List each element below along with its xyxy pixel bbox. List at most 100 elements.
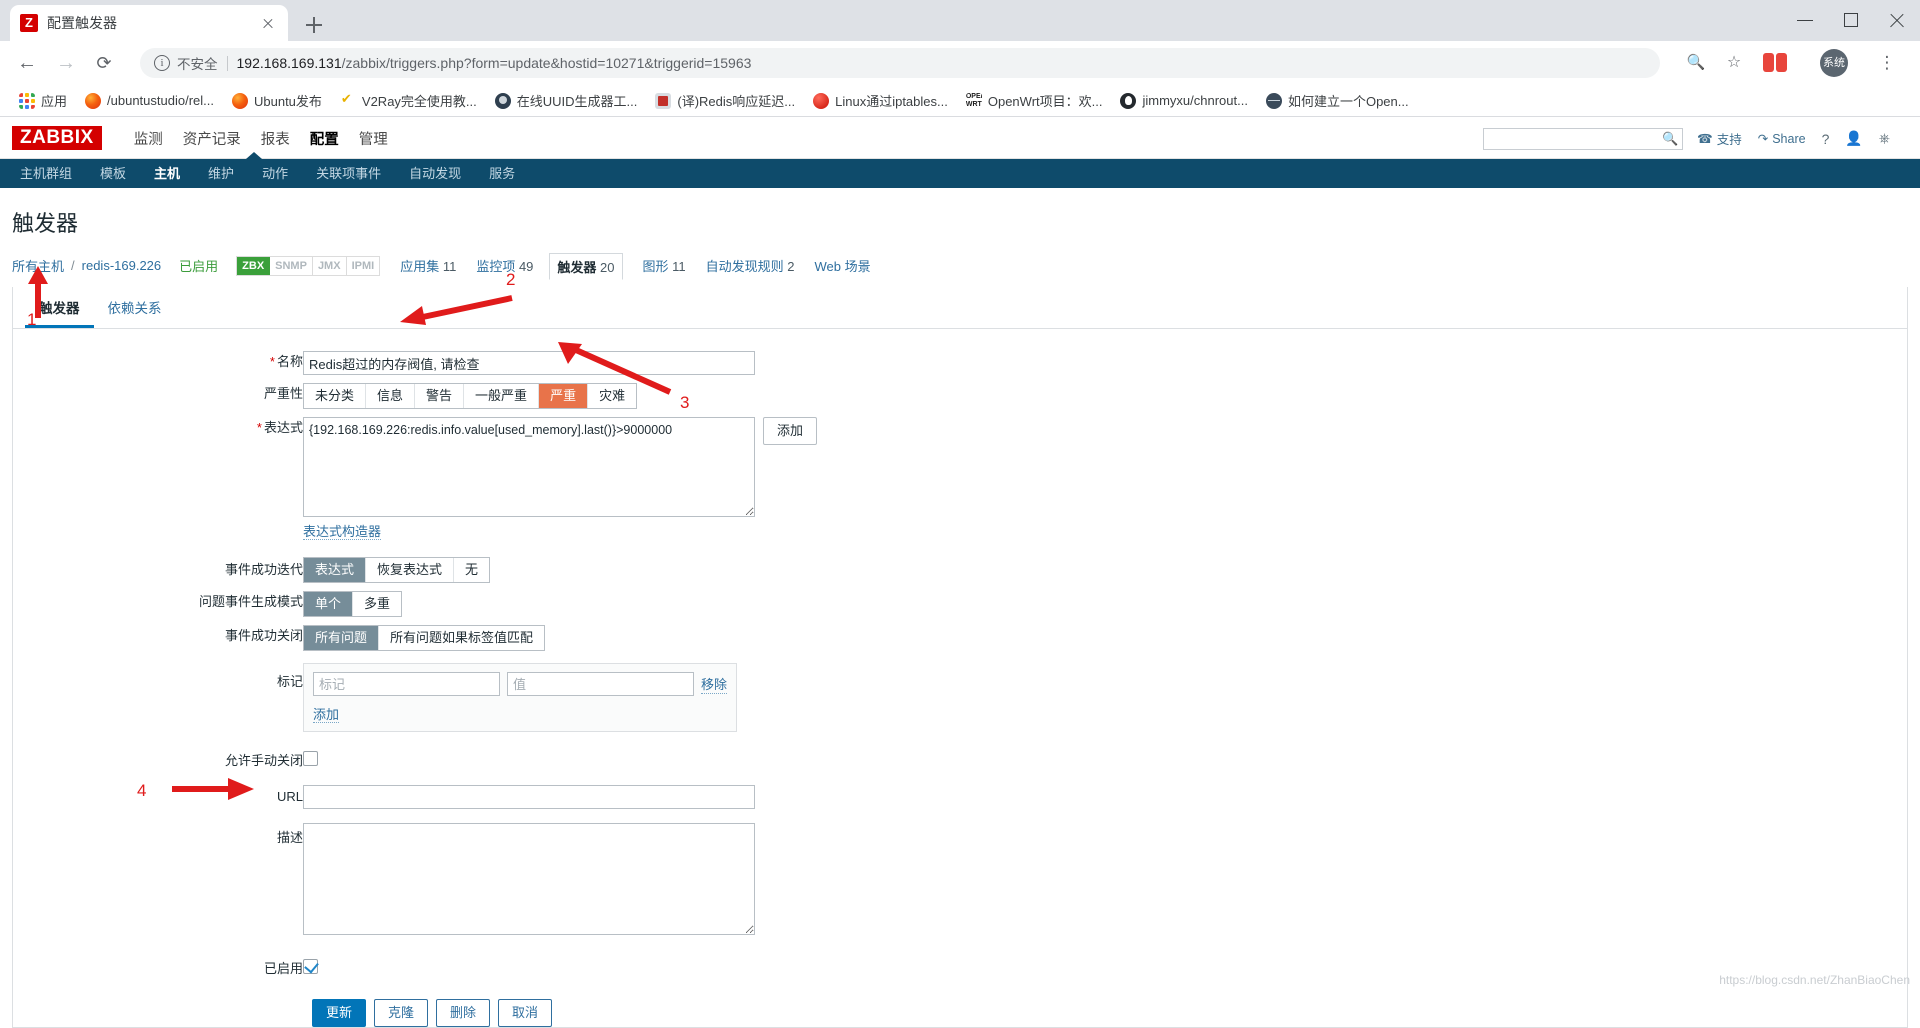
radio-option[interactable]: 所有问题如果标签值匹配	[379, 626, 545, 650]
bookmark-item[interactable]: jimmyxu/chnrout...	[1111, 88, 1256, 114]
form-row-allow-manual-close: 允许手动关闭	[13, 736, 817, 775]
zoom-icon[interactable]: 🔍	[1685, 52, 1707, 74]
tag-name-input[interactable]	[313, 672, 500, 696]
bookmark-star-icon[interactable]: ☆	[1723, 52, 1745, 74]
radio-option[interactable]: 灾难	[588, 384, 637, 408]
breadcrumb-link[interactable]: 应用集 11	[400, 256, 456, 275]
sub-nav-item[interactable]: 模板	[86, 159, 140, 188]
tag-add-link[interactable]: 添加	[313, 707, 340, 723]
radio-option[interactable]: 无	[454, 558, 490, 582]
breadcrumb-link[interactable]: 监控项 49	[476, 256, 533, 275]
breadcrumb-link[interactable]: 自动发现规则 2	[706, 256, 795, 275]
bookmark-item[interactable]: 应用	[10, 88, 76, 114]
footer-button[interactable]: 克隆	[374, 999, 429, 1027]
sub-nav-item[interactable]: 动作	[248, 159, 302, 188]
divider	[226, 55, 228, 71]
radio-option[interactable]: 单个	[304, 592, 354, 616]
power-icon[interactable]: ⎈	[1879, 130, 1890, 147]
bookmark-item[interactable]: 如何建立一个Open...	[1257, 88, 1418, 114]
radio-option[interactable]: 多重	[353, 592, 402, 616]
zabbix-logo[interactable]: ZABBIX	[12, 126, 102, 150]
sub-nav-item[interactable]: 服务	[475, 159, 529, 188]
main-nav-item[interactable]: 资产记录	[173, 128, 251, 149]
browser-tab[interactable]: Z 配置触发器	[10, 5, 288, 41]
radio-option[interactable]: 所有问题	[304, 626, 380, 650]
bookmark-item[interactable]: 在线UUID生成器工...	[486, 88, 647, 114]
bookmark-item[interactable]: V2Ray完全使用教...	[331, 88, 486, 114]
form-tab[interactable]: 依赖关系	[94, 287, 176, 328]
tag-remove-link[interactable]: 移除	[701, 674, 728, 694]
minimize-icon[interactable]	[1782, 0, 1828, 41]
description-textarea[interactable]	[303, 823, 755, 935]
allow-manual-close-checkbox[interactable]	[303, 751, 318, 766]
bookmark-item[interactable]: (译)Redis响应延迟...	[646, 88, 804, 114]
sub-nav-item[interactable]: 主机群组	[6, 159, 86, 188]
bookmark-item[interactable]: Linux通过iptables...	[804, 88, 957, 114]
close-icon[interactable]	[258, 13, 278, 33]
search-icon[interactable]: 🔍	[1662, 131, 1678, 147]
screenshot-root: Z 配置触发器 ← → ⟳ i 不安全 192.168.169.131/zabb…	[0, 0, 1920, 1028]
back-icon[interactable]: ←	[15, 51, 39, 75]
share-link[interactable]: ↷ Share	[1758, 131, 1806, 147]
plus-icon[interactable]	[300, 11, 328, 39]
radio-option[interactable]: 表达式	[304, 558, 367, 582]
main-nav-item[interactable]: 监测	[124, 128, 173, 149]
footer-button[interactable]: 取消	[498, 999, 553, 1027]
info-icon[interactable]: i	[154, 55, 170, 71]
enabled-checkbox[interactable]	[303, 959, 318, 974]
search-input[interactable]	[1488, 129, 1662, 148]
breadcrumb-host[interactable]: redis-169.226	[82, 258, 162, 273]
footer-button[interactable]: 更新	[312, 999, 367, 1027]
support-link[interactable]: ☎ 支持	[1697, 129, 1742, 148]
tag-value-input[interactable]	[507, 672, 694, 696]
profile-avatar[interactable]: 系统	[1820, 49, 1848, 77]
radio-option[interactable]: 警告	[415, 384, 465, 408]
sub-nav-item[interactable]: 自动发现	[395, 159, 475, 188]
name-label: * 名称	[13, 347, 303, 379]
global-search[interactable]: 🔍	[1483, 127, 1684, 150]
bookmark-item[interactable]: Ubuntu发布	[223, 88, 331, 114]
browser-menu-icon[interactable]: ⋮	[1876, 52, 1898, 74]
breadcrumb-link[interactable]: Web 场景	[814, 256, 870, 275]
url-path: /zabbix/triggers.php?form=update&hostid=…	[341, 55, 752, 71]
expression-constructor-link[interactable]: 表达式构造器	[303, 524, 382, 540]
radio-option[interactable]: 一般严重	[464, 384, 540, 408]
expression-textarea[interactable]: {192.168.169.226:redis.info.value[used_m…	[303, 417, 755, 517]
bookmark-label: (译)Redis响应延迟...	[677, 94, 796, 109]
bookmark-label: 在线UUID生成器工...	[516, 94, 638, 109]
breadcrumb-link-count: 2	[783, 259, 795, 274]
radio-option[interactable]: 未分类	[304, 384, 367, 408]
main-nav-item[interactable]: 管理	[349, 128, 398, 149]
active-tab-caret	[246, 152, 262, 159]
extension-icon[interactable]	[1763, 52, 1789, 74]
bookmark-label: 如何建立一个Open...	[1287, 94, 1409, 109]
sub-nav-item[interactable]: 关联项事件	[302, 159, 395, 188]
reload-icon[interactable]: ⟳	[92, 51, 116, 75]
sub-nav-item[interactable]: 主机	[140, 159, 194, 188]
address-bar[interactable]: i 不安全 192.168.169.131/zabbix/triggers.ph…	[140, 48, 1660, 78]
forward-icon[interactable]: →	[54, 51, 78, 75]
radio-option[interactable]: 严重	[539, 384, 589, 408]
radio-option[interactable]: 恢复表达式	[366, 558, 455, 582]
radio-option[interactable]: 信息	[366, 384, 416, 408]
bookmark-label: /ubuntustudio/rel...	[107, 93, 214, 108]
main-nav-item[interactable]: 报表	[251, 128, 300, 149]
user-icon[interactable]: 👤	[1845, 130, 1862, 147]
breadcrumb-all-hosts[interactable]: 所有主机	[12, 256, 64, 275]
breadcrumb-separator: /	[71, 258, 75, 273]
breadcrumb-link[interactable]: 图形 11	[643, 256, 686, 275]
maximize-icon[interactable]	[1828, 0, 1874, 41]
help-icon[interactable]: ?	[1822, 131, 1830, 147]
expression-add-button[interactable]: 添加	[763, 417, 818, 445]
sub-nav-item[interactable]: 维护	[194, 159, 248, 188]
host-status-badge[interactable]: 已启用	[179, 256, 218, 275]
form-row-ok-event-closes: 事件成功关闭 所有问题 所有问题如果标签值匹配	[13, 621, 817, 655]
main-nav-item[interactable]: 配置	[300, 128, 349, 149]
bookmark-item[interactable]: /ubuntustudio/rel...	[76, 88, 223, 114]
breadcrumb-link[interactable]: 触发器 20	[549, 253, 623, 280]
footer-button[interactable]: 删除	[436, 999, 491, 1027]
url-input[interactable]	[303, 785, 755, 809]
window-close-icon[interactable]	[1874, 0, 1920, 41]
trigger-name-input[interactable]	[303, 351, 755, 375]
bookmark-item[interactable]: OPEN WRT OpenWrt项目：欢...	[957, 88, 1112, 114]
